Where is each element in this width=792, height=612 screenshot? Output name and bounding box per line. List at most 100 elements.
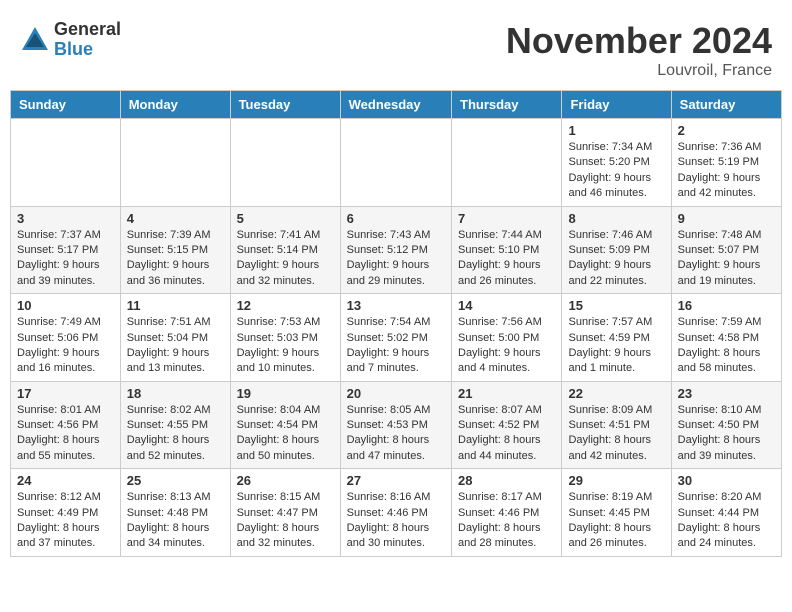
calendar-week-row: 17Sunrise: 8:01 AM Sunset: 4:56 PM Dayli… (11, 381, 782, 469)
weekday-header: Friday (562, 91, 671, 119)
calendar-cell: 27 Sunrise: 8:16 AM Sunset: 4:46 PM Dayli… (340, 469, 451, 557)
day-info: Sunrise: 7:53 AM Sunset: 5:03 PM Dayligh… (237, 315, 334, 377)
day-info: Sunrise: 7:49 AM Sunset: 5:06 PM Dayligh… (17, 315, 114, 377)
day-number: 9 (678, 211, 775, 226)
calendar-cell: 8 Sunrise: 7:46 AM Sunset: 5:09 PM Daylig… (562, 206, 671, 294)
day-number: 15 (568, 298, 664, 313)
calendar-cell: 26 Sunrise: 8:15 AM Sunset: 4:47 PM Dayli… (230, 469, 340, 557)
day-number: 2 (678, 123, 775, 138)
day-info: Sunrise: 7:59 AM Sunset: 4:58 PM Dayligh… (678, 315, 775, 377)
day-info: Sunrise: 8:09 AM Sunset: 4:51 PM Dayligh… (568, 403, 664, 465)
calendar-week-row: 10 Sunrise: 7:49 AM Sunset: 5:06 PM Dayli… (11, 294, 782, 382)
calendar-cell: 3Sunrise: 7:37 AM Sunset: 5:17 PM Daylig… (11, 206, 121, 294)
day-info: Sunrise: 7:36 AM Sunset: 5:19 PM Dayligh… (678, 140, 775, 202)
day-info: Sunrise: 8:19 AM Sunset: 4:45 PM Dayligh… (568, 490, 664, 552)
calendar-cell: 7 Sunrise: 7:44 AM Sunset: 5:10 PM Daylig… (452, 206, 562, 294)
day-number: 11 (127, 298, 224, 313)
day-number: 7 (458, 211, 555, 226)
month-title: November 2024 (506, 20, 772, 62)
logo-icon (20, 25, 50, 55)
day-info: Sunrise: 7:46 AM Sunset: 5:09 PM Dayligh… (568, 228, 664, 290)
logo: General Blue (20, 20, 121, 60)
day-number: 13 (347, 298, 445, 313)
weekday-header: Sunday (11, 91, 121, 119)
location: Louvroil, France (506, 62, 772, 80)
day-info: Sunrise: 7:39 AM Sunset: 5:15 PM Dayligh… (127, 228, 224, 290)
calendar-cell: 14 Sunrise: 7:56 AM Sunset: 5:00 PM Dayli… (452, 294, 562, 382)
day-number: 27 (347, 473, 445, 488)
day-info: Sunrise: 7:44 AM Sunset: 5:10 PM Dayligh… (458, 228, 555, 290)
calendar-cell: 22 Sunrise: 8:09 AM Sunset: 4:51 PM Dayli… (562, 381, 671, 469)
calendar-cell: 4 Sunrise: 7:39 AM Sunset: 5:15 PM Daylig… (120, 206, 230, 294)
day-info: Sunrise: 8:07 AM Sunset: 4:52 PM Dayligh… (458, 403, 555, 465)
day-info: Sunrise: 8:10 AM Sunset: 4:50 PM Dayligh… (678, 403, 775, 465)
day-info: Sunrise: 8:16 AM Sunset: 4:46 PM Dayligh… (347, 490, 445, 552)
weekday-header: Saturday (671, 91, 781, 119)
calendar-week-row: 3Sunrise: 7:37 AM Sunset: 5:17 PM Daylig… (11, 206, 782, 294)
day-number: 5 (237, 211, 334, 226)
day-number: 3 (17, 211, 114, 226)
day-info: Sunrise: 7:48 AM Sunset: 5:07 PM Dayligh… (678, 228, 775, 290)
day-info: Sunrise: 8:15 AM Sunset: 4:47 PM Dayligh… (237, 490, 334, 552)
day-number: 20 (347, 386, 445, 401)
calendar-cell (230, 119, 340, 207)
day-number: 6 (347, 211, 445, 226)
calendar-cell (120, 119, 230, 207)
day-info: Sunrise: 7:41 AM Sunset: 5:14 PM Dayligh… (237, 228, 334, 290)
day-info: Sunrise: 8:01 AM Sunset: 4:56 PM Dayligh… (17, 403, 114, 465)
day-number: 22 (568, 386, 664, 401)
day-number: 28 (458, 473, 555, 488)
day-number: 23 (678, 386, 775, 401)
calendar-cell (452, 119, 562, 207)
calendar-cell: 16Sunrise: 7:59 AM Sunset: 4:58 PM Dayli… (671, 294, 781, 382)
calendar-cell: 13Sunrise: 7:54 AM Sunset: 5:02 PM Dayli… (340, 294, 451, 382)
calendar-cell: 20 Sunrise: 8:05 AM Sunset: 4:53 PM Dayli… (340, 381, 451, 469)
page-header: General Blue November 2024 Louvroil, Fra… (10, 10, 782, 85)
calendar-cell: 12 Sunrise: 7:53 AM Sunset: 5:03 PM Dayli… (230, 294, 340, 382)
day-info: Sunrise: 7:57 AM Sunset: 4:59 PM Dayligh… (568, 315, 664, 377)
calendar-cell: 5 Sunrise: 7:41 AM Sunset: 5:14 PM Daylig… (230, 206, 340, 294)
day-info: Sunrise: 8:02 AM Sunset: 4:55 PM Dayligh… (127, 403, 224, 465)
day-number: 26 (237, 473, 334, 488)
weekday-header: Tuesday (230, 91, 340, 119)
calendar-cell: 11 Sunrise: 7:51 AM Sunset: 5:04 PM Dayli… (120, 294, 230, 382)
day-info: Sunrise: 8:17 AM Sunset: 4:46 PM Dayligh… (458, 490, 555, 552)
day-info: Sunrise: 8:20 AM Sunset: 4:44 PM Dayligh… (678, 490, 775, 552)
day-number: 25 (127, 473, 224, 488)
calendar-cell: 19Sunrise: 8:04 AM Sunset: 4:54 PM Dayli… (230, 381, 340, 469)
calendar-cell: 10 Sunrise: 7:49 AM Sunset: 5:06 PM Dayli… (11, 294, 121, 382)
calendar-cell: 18 Sunrise: 8:02 AM Sunset: 4:55 PM Dayli… (120, 381, 230, 469)
weekday-header-row: SundayMondayTuesdayWednesdayThursdayFrid… (11, 91, 782, 119)
calendar-table: SundayMondayTuesdayWednesdayThursdayFrid… (10, 90, 782, 557)
day-number: 1 (568, 123, 664, 138)
calendar-cell: 23 Sunrise: 8:10 AM Sunset: 4:50 PM Dayli… (671, 381, 781, 469)
day-number: 12 (237, 298, 334, 313)
calendar-cell: 17Sunrise: 8:01 AM Sunset: 4:56 PM Dayli… (11, 381, 121, 469)
day-number: 24 (17, 473, 114, 488)
calendar-week-row: 24Sunrise: 8:12 AM Sunset: 4:49 PM Dayli… (11, 469, 782, 557)
calendar-cell: 25Sunrise: 8:13 AM Sunset: 4:48 PM Dayli… (120, 469, 230, 557)
calendar-cell (340, 119, 451, 207)
calendar-cell (11, 119, 121, 207)
calendar-week-row: 1 Sunrise: 7:34 AM Sunset: 5:20 PM Daylig… (11, 119, 782, 207)
weekday-header: Wednesday (340, 91, 451, 119)
day-info: Sunrise: 8:05 AM Sunset: 4:53 PM Dayligh… (347, 403, 445, 465)
weekday-header: Monday (120, 91, 230, 119)
day-number: 18 (127, 386, 224, 401)
calendar-cell: 29Sunrise: 8:19 AM Sunset: 4:45 PM Dayli… (562, 469, 671, 557)
title-section: November 2024 Louvroil, France (506, 20, 772, 80)
day-info: Sunrise: 7:56 AM Sunset: 5:00 PM Dayligh… (458, 315, 555, 377)
day-number: 14 (458, 298, 555, 313)
logo-general-text: General (54, 20, 121, 40)
day-number: 8 (568, 211, 664, 226)
day-number: 4 (127, 211, 224, 226)
calendar-cell: 9 Sunrise: 7:48 AM Sunset: 5:07 PM Daylig… (671, 206, 781, 294)
day-info: Sunrise: 7:51 AM Sunset: 5:04 PM Dayligh… (127, 315, 224, 377)
calendar-cell: 6Sunrise: 7:43 AM Sunset: 5:12 PM Daylig… (340, 206, 451, 294)
logo-blue-text: Blue (54, 40, 121, 60)
day-number: 10 (17, 298, 114, 313)
calendar-cell: 15 Sunrise: 7:57 AM Sunset: 4:59 PM Dayli… (562, 294, 671, 382)
day-info: Sunrise: 7:34 AM Sunset: 5:20 PM Dayligh… (568, 140, 664, 202)
day-number: 21 (458, 386, 555, 401)
calendar-cell: 2 Sunrise: 7:36 AM Sunset: 5:19 PM Daylig… (671, 119, 781, 207)
